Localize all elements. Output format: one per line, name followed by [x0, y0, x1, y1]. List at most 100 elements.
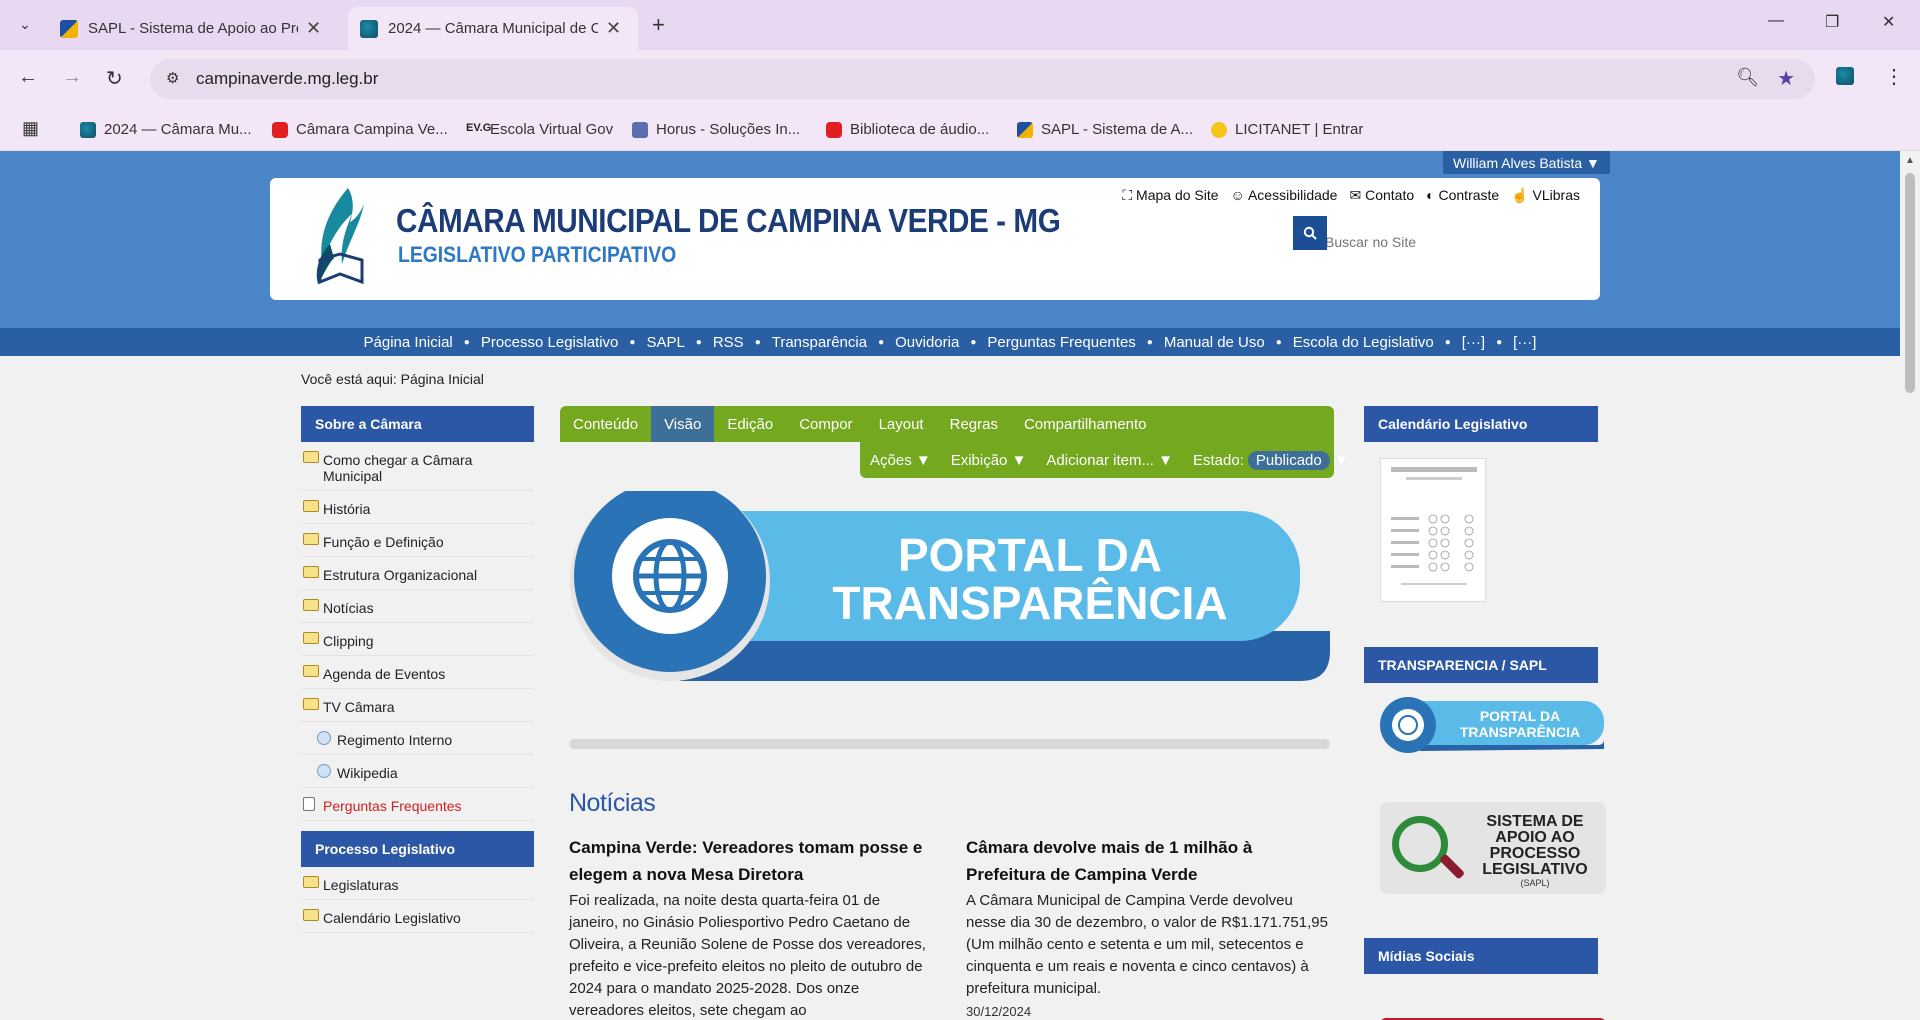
- sidebar-item[interactable]: TV Câmara: [301, 689, 534, 722]
- zoom-icon[interactable]: 🔍︎: [1736, 67, 1759, 88]
- bookmark-item[interactable]: 2024 — Câmara Mu...: [80, 121, 252, 138]
- display-menu[interactable]: Exibição ▼: [941, 452, 1037, 469]
- reload-icon[interactable]: ↻: [106, 66, 123, 91]
- nav-more[interactable]: [···]: [1502, 334, 1547, 351]
- accessibility-link[interactable]: ☺ Acessibilidade: [1231, 187, 1338, 204]
- add-item-menu[interactable]: Adicionar item... ▼: [1036, 452, 1183, 469]
- breadcrumb-current[interactable]: Página Inicial: [401, 371, 484, 387]
- browser-window: ⌄ SAPL - Sistema de Apoio ao Pro ✕ 2024 …: [0, 0, 1920, 151]
- news-item: Câmara devolve mais de 1 milhão à Prefei…: [966, 834, 1329, 1020]
- portlet-title: TRANSPARENCIA / SAPL: [1364, 647, 1598, 683]
- nav-more[interactable]: [···]: [1451, 334, 1496, 351]
- sapl-link[interactable]: SISTEMA DE APOIO AO PROCESSO LEGISLATIVO…: [1380, 802, 1606, 894]
- nav-transparencia[interactable]: Transparência: [761, 334, 878, 351]
- sidebar-item[interactable]: Wikipedia: [301, 755, 534, 788]
- sidebar-item[interactable]: Calendário Legislativo: [301, 900, 534, 933]
- new-tab-button[interactable]: +: [652, 12, 665, 38]
- tab-camara[interactable]: 2024 — Câmara Municipal de C ✕: [348, 7, 638, 50]
- transparency-banner[interactable]: PORTAL DA TRANSPARÊNCIA: [570, 491, 1330, 691]
- sidebar-item[interactable]: Como chegar a Câmara Municipal: [301, 442, 534, 491]
- news-heading[interactable]: Notícias: [569, 789, 1329, 818]
- nav-perguntas-frequentes[interactable]: Perguntas Frequentes: [976, 334, 1146, 351]
- window-close-button[interactable]: ✕: [1882, 12, 1895, 32]
- search-button[interactable]: [1293, 216, 1327, 250]
- sidebar-item-label: Legislaturas: [323, 877, 399, 893]
- nav-home[interactable]: Página Inicial: [353, 334, 464, 351]
- nav-rss[interactable]: RSS: [702, 334, 755, 351]
- search-input[interactable]: [1315, 225, 1553, 259]
- link-label: VLibras: [1532, 187, 1580, 203]
- state-menu[interactable]: Estado: Publicado ▼: [1183, 450, 1359, 470]
- user-menu[interactable]: William Alves Batista ▼: [1443, 151, 1610, 174]
- tab-layout[interactable]: Layout: [866, 406, 937, 442]
- banner-line1: PORTAL DA: [898, 529, 1162, 581]
- close-icon[interactable]: ✕: [606, 18, 621, 39]
- bookmark-item[interactable]: Câmara Campina Ve...: [272, 121, 448, 138]
- vlibras-link[interactable]: ☝ VLibras: [1511, 187, 1580, 204]
- scrollbar-thumb[interactable]: [1905, 173, 1915, 393]
- calendar-thumbnail[interactable]: [1380, 458, 1486, 602]
- tab-regras[interactable]: Regras: [937, 406, 1011, 442]
- extension-icon[interactable]: [1836, 67, 1854, 85]
- news-title[interactable]: Câmara devolve mais de 1 milhão à Prefei…: [966, 834, 1329, 888]
- page-scrollbar[interactable]: ▲: [1900, 151, 1920, 1020]
- url-text[interactable]: campinaverde.mg.leg.br: [196, 69, 378, 89]
- folder-icon: [303, 566, 319, 578]
- tab-sapl[interactable]: SAPL - Sistema de Apoio ao Pro ✕: [48, 7, 338, 50]
- bookmark-item[interactable]: Biblioteca de áudio...: [826, 121, 989, 138]
- nav-ouvidoria[interactable]: Ouvidoria: [884, 334, 970, 351]
- bookmark-item[interactable]: LICITANET | Entrar: [1211, 121, 1363, 138]
- user-name[interactable]: William Alves Batista ▼: [1453, 155, 1600, 171]
- sidebar-item[interactable]: Estrutura Organizacional: [301, 557, 534, 590]
- sitemap-link[interactable]: ⛶ Mapa do Site: [1122, 187, 1218, 204]
- browser-menu-icon[interactable]: ⋮: [1884, 64, 1904, 89]
- sidebar-item[interactable]: Agenda de Eventos: [301, 656, 534, 689]
- close-icon[interactable]: ✕: [306, 18, 321, 39]
- bookmark-label: Escola Virtual Gov: [490, 121, 614, 138]
- folder-icon: [303, 451, 319, 463]
- bookmark-item[interactable]: Horus - Soluções In...: [632, 121, 800, 138]
- sidebar-item[interactable]: Função e Definição: [301, 524, 534, 557]
- sidebar-item-label: Função e Definição: [323, 534, 444, 550]
- tab-compartilhamento[interactable]: Compartilhamento: [1011, 406, 1160, 442]
- sidebar-item[interactable]: Clipping: [301, 623, 534, 656]
- sapl-icon: [1017, 121, 1033, 138]
- sidebar-item[interactable]: Perguntas Frequentes: [301, 788, 534, 821]
- contrast-link[interactable]: ◐ Contraste: [1426, 187, 1499, 204]
- restore-button[interactable]: ❐: [1825, 12, 1839, 32]
- sidebar-item-label: Notícias: [323, 600, 374, 616]
- contact-link[interactable]: ✉ Contato: [1349, 187, 1414, 204]
- sidebar-item[interactable]: Regimento Interno: [301, 722, 534, 755]
- apps-grid-icon[interactable]: ▦: [22, 118, 39, 139]
- nav-processo-legislativo[interactable]: Processo Legislativo: [470, 334, 630, 351]
- site-settings-icon[interactable]: ⚙: [166, 69, 179, 87]
- tab-bar: ⌄ SAPL - Sistema de Apoio ao Pro ✕ 2024 …: [0, 0, 1920, 50]
- nav-escola[interactable]: Escola do Legislativo: [1282, 334, 1445, 351]
- back-icon[interactable]: ←: [18, 66, 38, 89]
- tab-visao[interactable]: Visão: [651, 406, 715, 442]
- forward-icon[interactable]: →: [62, 66, 82, 89]
- cms-actions: Ações ▼ Exibição ▼ Adicionar item... ▼ E…: [860, 442, 1349, 478]
- nav-manual[interactable]: Manual de Uso: [1153, 334, 1276, 351]
- bookmark-item[interactable]: SAPL - Sistema de A...: [1017, 121, 1193, 138]
- scroll-up-icon[interactable]: ▲: [1905, 155, 1915, 166]
- minimize-button[interactable]: —: [1768, 12, 1784, 30]
- site-title[interactable]: CÂMARA MUNICIPAL DE CAMPINA VERDE - MG: [396, 202, 1061, 240]
- tab-conteudo[interactable]: Conteúdo: [560, 406, 651, 442]
- sidebar-item[interactable]: Notícias: [301, 590, 534, 623]
- tab-compor[interactable]: Compor: [786, 406, 865, 442]
- camara-icon: [360, 19, 378, 38]
- actions-menu[interactable]: Ações ▼: [860, 452, 941, 469]
- sidebar-item[interactable]: História: [301, 491, 534, 524]
- tab-search-button[interactable]: ⌄: [10, 9, 40, 39]
- tab-edicao[interactable]: Edição: [714, 406, 786, 442]
- licitanet-icon: [1211, 121, 1227, 138]
- transparency-link[interactable]: PORTAL DA TRANSPARÊNCIA: [1380, 695, 1606, 755]
- bookmark-item[interactable]: EV.G Escola Virtual Gov: [466, 121, 613, 138]
- bookmark-star-icon[interactable]: ★: [1777, 66, 1795, 91]
- address-bar[interactable]: ⚙ campinaverde.mg.leg.br 🔍︎ ★: [150, 59, 1815, 99]
- nav-sapl[interactable]: SAPL: [635, 334, 695, 351]
- news-title[interactable]: Campina Verde: Vereadores tomam posse e …: [569, 834, 932, 888]
- sidebar-item[interactable]: Legislaturas: [301, 867, 534, 900]
- top-links: ⛶ Mapa do Site ☺ Acessibilidade ✉ Contat…: [1122, 187, 1580, 204]
